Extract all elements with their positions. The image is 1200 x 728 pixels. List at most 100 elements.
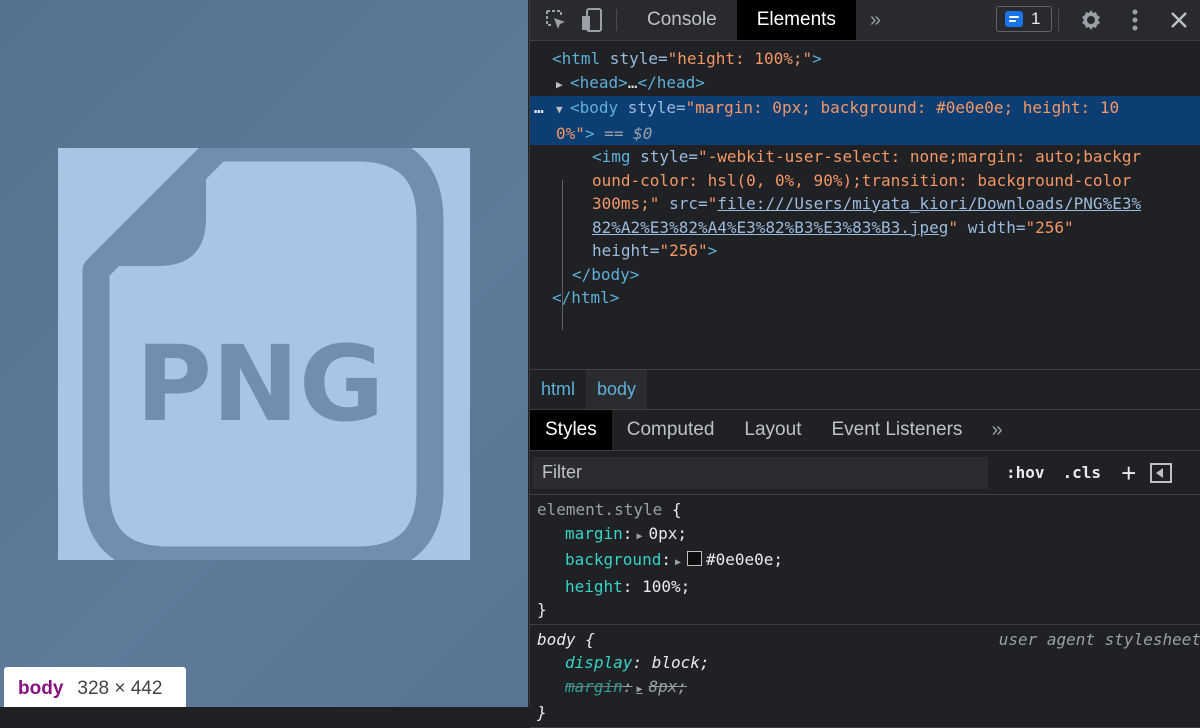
expand-triangle-icon[interactable]: ▶ [636, 684, 642, 695]
device-toolbar-icon[interactable] [578, 6, 606, 34]
devtools-panel: Console Elements » 1 <html style="height… [529, 0, 1200, 728]
dom-node-body-close[interactable]: </body> [530, 263, 1200, 287]
tag-name: <html [552, 49, 601, 68]
css-property-display[interactable]: display: block; [537, 651, 1200, 675]
expand-triangle-icon[interactable]: ▶ [556, 73, 570, 97]
rule-element-style: element.style { margin: ▶ 0px; background:… [530, 495, 1200, 625]
toolbar-divider [616, 9, 617, 31]
kebab-menu-icon[interactable] [1121, 6, 1149, 34]
more-subtabs-chevron-icon[interactable]: » [977, 419, 1016, 442]
toolbar-divider-right [1058, 9, 1059, 31]
attr-value: "-webkit-user-select: none;margin: auto;… [697, 147, 1142, 166]
attr-name: height= [592, 241, 660, 260]
attr-value: "256" [659, 241, 708, 260]
new-style-rule-icon[interactable]: + [1121, 460, 1136, 486]
tab-event-listeners[interactable]: Event Listeners [816, 410, 977, 450]
tag-bracket: > [707, 241, 718, 260]
breadcrumb-html[interactable]: html [530, 370, 586, 409]
attr-name: style= [618, 98, 686, 117]
collapsed-ellipsis: … [627, 72, 638, 92]
css-property-height[interactable]: height: 100%; [537, 575, 1200, 599]
toggle-sidebar-icon[interactable] [1150, 462, 1173, 483]
tag-bracket: > [584, 123, 595, 143]
styles-subtabs: Styles Computed Layout Event Listeners » [530, 410, 1200, 451]
rule-open-brace: { [662, 500, 682, 519]
dom-node-head[interactable]: ▶ <head>…</head> [530, 71, 1200, 97]
css-property-margin[interactable]: margin: ▶ 0px; [537, 522, 1200, 549]
attr-name: width= [958, 217, 1026, 237]
quote: " [707, 194, 718, 213]
prop-value: 100%; [642, 576, 691, 596]
dom-node-img[interactable]: <img style="-webkit-user-select: none;ma… [530, 145, 1200, 263]
expand-triangle-icon[interactable]: ▶ [675, 557, 681, 568]
element-size-tooltip: body 328 × 442 [4, 667, 186, 707]
rule-source: user agent stylesheet [998, 629, 1200, 649]
attr-value: "256" [1025, 217, 1074, 237]
tag-name: <body [570, 98, 619, 117]
prop-value: #0e0e0e; [706, 550, 784, 569]
rule-close-brace: } [537, 703, 547, 722]
issues-count: 1 [1031, 9, 1041, 28]
filter-input[interactable] [532, 456, 988, 489]
dom-node-body[interactable]: … ▼ <body style="margin: 0px; background:… [530, 96, 1200, 145]
prop-value: block; [651, 653, 710, 672]
attr-name: src= [659, 194, 708, 213]
prop-name: margin [565, 676, 623, 696]
prop-name: height [565, 576, 623, 596]
attr-value-cont: 300ms;" [592, 194, 660, 213]
tab-console[interactable]: Console [627, 0, 737, 40]
tab-styles[interactable]: Styles [530, 410, 612, 450]
tag-name: <head> [570, 72, 628, 92]
collapse-triangle-icon[interactable]: ▼ [556, 98, 570, 122]
png-file-image: PNG [58, 148, 470, 560]
color-swatch[interactable] [687, 551, 702, 566]
prop-name: background [565, 550, 662, 569]
tab-layout[interactable]: Layout [729, 410, 816, 450]
tag-close: </head> [637, 72, 705, 92]
close-icon[interactable] [1165, 6, 1193, 34]
attr-value: "margin: 0px; background: #0e0e0e; heigh… [685, 98, 1120, 117]
tab-elements[interactable]: Elements [736, 0, 856, 40]
tag-close: </body> [572, 264, 640, 284]
hov-toggle[interactable]: :hov [1006, 463, 1045, 482]
gear-icon[interactable] [1077, 6, 1105, 34]
message-icon [1005, 11, 1023, 27]
devtools-toolbar: Console Elements » 1 [530, 0, 1200, 41]
more-tabs-chevron-icon[interactable]: » [856, 9, 895, 32]
rule-selector: element.style [537, 500, 663, 519]
tag-close: </html> [552, 288, 620, 307]
selected-node-marker: == $0 [594, 123, 653, 143]
css-property-background[interactable]: background: ▶ #0e0e0e; [537, 548, 1200, 575]
attr-value: "height: 100%;" [667, 49, 813, 68]
cls-toggle[interactable]: .cls [1063, 463, 1102, 482]
node-actions-ellipsis[interactable]: … [534, 96, 544, 120]
expand-triangle-icon[interactable]: ▶ [636, 531, 642, 542]
page-preview: PNG body 328 × 442 [0, 0, 528, 707]
tag-bracket: > [812, 49, 822, 68]
dom-tree: <html style="height: 100%;"> ▶ <head>…</h… [530, 41, 1200, 330]
prop-value: 8px; [648, 676, 687, 696]
attr-name: style= [600, 49, 668, 68]
prop-value: 0px; [648, 523, 687, 543]
prop-name: display [565, 653, 633, 672]
tab-computed[interactable]: Computed [612, 410, 730, 450]
rule-body-user-agent: user agent stylesheet body { display: bl… [530, 625, 1200, 728]
rule-selector: body [537, 629, 576, 649]
tag-name: <img [592, 147, 631, 166]
dom-node-html-close[interactable]: </html> [530, 286, 1200, 310]
breadcrumb-body[interactable]: body [586, 370, 648, 409]
css-property-margin-overridden[interactable]: margin: ▶ 8px; [537, 675, 1200, 702]
png-file-icon: PNG [82, 148, 444, 560]
breadcrumb: html body [530, 369, 1200, 410]
rule-close-brace: } [537, 600, 547, 619]
dom-node-html[interactable]: <html style="height: 100%;"> [530, 47, 1200, 71]
src-link[interactable]: file:///Users/miyata_kiori/Downloads/PNG… [717, 194, 1141, 213]
tooltip-dimensions: 328 × 442 [77, 678, 163, 699]
quote: " [948, 217, 959, 237]
src-link-cont[interactable]: 82%A2%E3%82%A4%E3%82%B3%E3%83%B3.jpeg [592, 218, 948, 237]
inspect-element-icon[interactable] [542, 6, 570, 34]
png-label: PNG [136, 323, 385, 445]
attr-name: style= [630, 147, 698, 166]
issues-badge[interactable]: 1 [996, 6, 1052, 32]
styles-pane: element.style { margin: ▶ 0px; background:… [530, 495, 1200, 728]
